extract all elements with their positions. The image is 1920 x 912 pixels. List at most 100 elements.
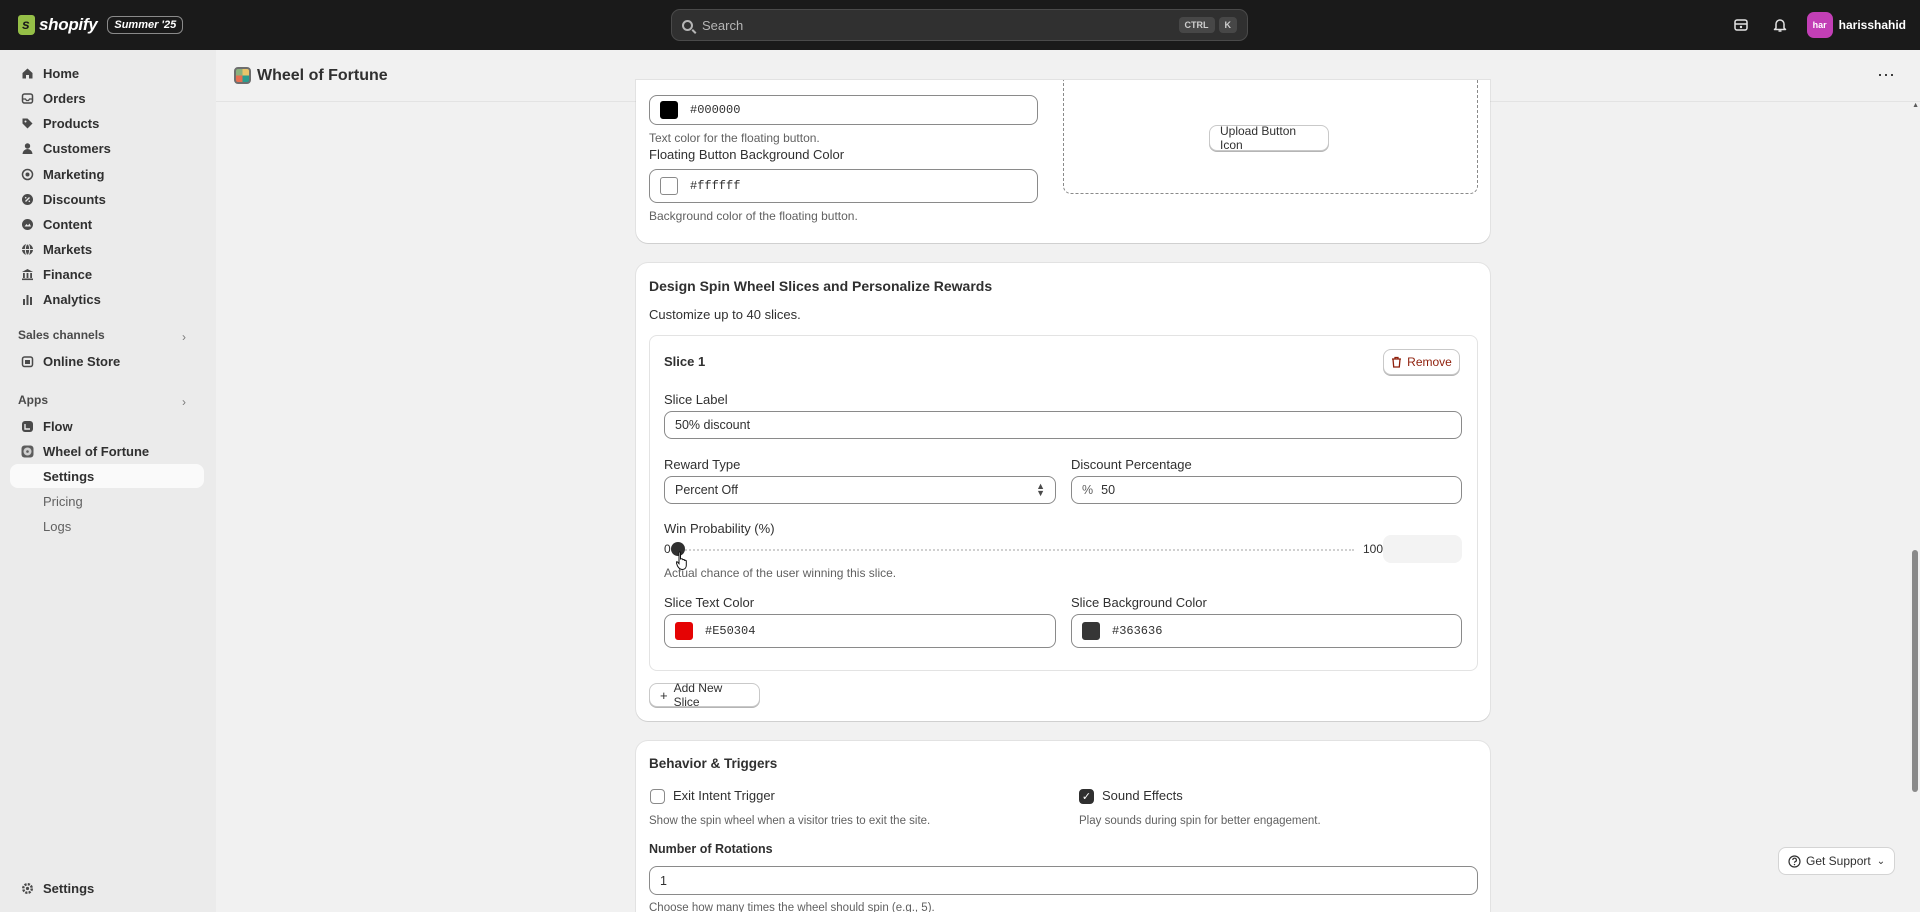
sidebar-item-label: Discounts [43, 191, 106, 207]
behavior-card: Behavior & Triggers Exit Intent Trigger … [636, 741, 1490, 912]
win-probability-track[interactable] [678, 549, 1354, 551]
sidebar-item-label: Logs [43, 518, 72, 534]
get-support-button[interactable]: Get Support ⌄ [1778, 847, 1896, 875]
scrollbar-thumb[interactable] [1912, 550, 1918, 792]
checkbox-label[interactable]: Exit Intent Trigger [673, 788, 775, 803]
sidebar-subitem-pricing[interactable]: Pricing [10, 489, 204, 513]
sidebar-item-settings[interactable]: Settings [10, 876, 204, 900]
apps-heading[interactable]: Apps [18, 393, 48, 407]
slice-text-color-field[interactable]: #E50304 [664, 614, 1056, 648]
sidebar-item-products[interactable]: Products [10, 111, 204, 135]
shopify-logo[interactable]: shopify Summer '25 [18, 15, 184, 35]
field-label: Floating Button Background Color [649, 147, 845, 162]
button-text-color-field[interactable]: #000000 [649, 95, 1038, 125]
sidebar-item-home[interactable]: Home [10, 61, 204, 85]
exit-intent-checkbox[interactable] [650, 789, 665, 804]
field-label: Slice Background Color [1071, 595, 1207, 610]
color-swatch[interactable] [660, 177, 678, 195]
help-text: Show the spin wheel when a visitor tries… [649, 815, 931, 827]
field-label: Win Probability (%) [664, 521, 775, 536]
color-swatch[interactable] [660, 101, 678, 119]
wheel-app-icon [20, 444, 34, 458]
color-swatch[interactable] [1082, 622, 1100, 640]
chevron-right-icon[interactable]: › [182, 395, 186, 409]
scroll-up-arrow-icon[interactable]: ▲ [1912, 102, 1919, 109]
target-icon [20, 167, 34, 181]
search-input[interactable] [702, 17, 1175, 33]
notification-bell-icon[interactable] [1765, 10, 1795, 40]
color-value: #E50304 [705, 624, 756, 638]
sidebar-item-wheel-of-fortune[interactable]: Wheel of Fortune [10, 439, 204, 463]
color-swatch[interactable] [675, 622, 693, 640]
sidebar-item-label: Wheel of Fortune [43, 443, 150, 459]
store-switcher-icon[interactable] [1726, 10, 1756, 40]
search-icon [682, 19, 693, 31]
sidebar-item-discounts[interactable]: Discounts [10, 187, 204, 211]
floating-button-card: #000000 Text color for the floating butt… [636, 80, 1490, 243]
color-value: #363636 [1112, 624, 1163, 638]
sidebar-item-orders[interactable]: Orders [10, 86, 204, 110]
support-label: Get Support [1806, 854, 1871, 868]
content-icon [20, 217, 34, 231]
slice-label-input[interactable]: 50% discount [664, 411, 1462, 439]
sidebar-item-flow[interactable]: Flow [10, 414, 204, 438]
sidebar-item-markets[interactable]: Markets [10, 237, 204, 261]
edition-badge[interactable]: Summer '25 [107, 16, 184, 34]
sidebar-subitem-settings[interactable]: Settings [10, 464, 204, 488]
remove-slice-button[interactable]: Remove [1383, 349, 1460, 375]
upload-button-icon-button[interactable]: Upload Button Icon [1209, 124, 1329, 152]
sidebar-item-analytics[interactable]: Analytics [10, 287, 204, 311]
button-bg-color-field[interactable]: #ffffff [649, 169, 1038, 203]
input-prefix: % [1082, 483, 1094, 497]
field-label: Reward Type [664, 457, 741, 472]
sidebar-item-label: Settings [43, 468, 95, 484]
top-bar: shopify Summer '25 CTRL K har harisshahi… [0, 0, 1920, 50]
avatar[interactable]: har [1806, 12, 1833, 38]
checkmark-icon: ✓ [1081, 791, 1092, 803]
shortcut-key-k: K [1218, 17, 1237, 33]
sidebar-item-label: Pricing [43, 493, 83, 509]
plus-icon: + [660, 687, 668, 703]
sidebar-item-label: Content [43, 216, 93, 232]
sidebar-item-customers[interactable]: Customers [10, 136, 204, 160]
help-circle-icon [1788, 854, 1801, 868]
field-label: Slice Label [664, 392, 728, 407]
sound-effects-checkbox[interactable]: ✓ [1079, 789, 1094, 804]
add-new-slice-button[interactable]: + Add New Slice [649, 681, 760, 709]
more-actions-icon[interactable]: ⋯ [1877, 65, 1896, 86]
globe-icon [20, 242, 34, 256]
mouse-pointer-icon [676, 551, 687, 571]
username[interactable]: harisshahid [1839, 18, 1906, 32]
slice-bg-color-field[interactable]: #363636 [1071, 614, 1462, 648]
input-value: 50% discount [675, 418, 751, 432]
store-icon [20, 354, 34, 368]
field-label: Slice Text Color [664, 595, 755, 610]
search-bar[interactable]: CTRL K [671, 9, 1248, 41]
slider-max-label: 100 [1363, 542, 1384, 556]
chevron-right-icon[interactable]: › [182, 330, 186, 344]
sales-channels-heading[interactable]: Sales channels [18, 328, 105, 342]
sidebar-item-content[interactable]: Content [10, 212, 204, 236]
sidebar-item-label: Customers [43, 140, 111, 156]
section-title: Behavior & Triggers [649, 756, 778, 771]
page-scrollbar[interactable] [1910, 102, 1920, 912]
help-text: Text color for the floating button. [649, 131, 820, 145]
sidebar: Home Orders Products Customers Marketing… [0, 50, 216, 912]
sidebar-item-label: Finance [43, 266, 93, 282]
rotations-input[interactable]: 1 [649, 866, 1478, 895]
slice-panel: Slice 1 Remove Slice Label 50% discount … [649, 335, 1478, 671]
sidebar-item-online-store[interactable]: Online Store [10, 349, 204, 373]
sidebar-item-label: Settings [43, 880, 95, 896]
checkbox-label[interactable]: Sound Effects [1102, 788, 1183, 803]
sidebar-item-finance[interactable]: Finance [10, 262, 204, 286]
win-probability-value-box[interactable] [1383, 535, 1462, 563]
sidebar-subitem-logs[interactable]: Logs [10, 514, 204, 538]
sidebar-item-label: Orders [43, 90, 86, 106]
page-title: Wheel of Fortune [257, 66, 388, 84]
sidebar-item-marketing[interactable]: Marketing [10, 162, 204, 186]
sidebar-item-label: Flow [43, 418, 73, 434]
reward-type-select[interactable]: Percent Off ▲ ▼ [664, 476, 1056, 504]
trash-icon [1391, 356, 1402, 368]
discount-percentage-input[interactable]: % 50 [1071, 476, 1462, 504]
select-value: Percent Off [675, 483, 738, 497]
